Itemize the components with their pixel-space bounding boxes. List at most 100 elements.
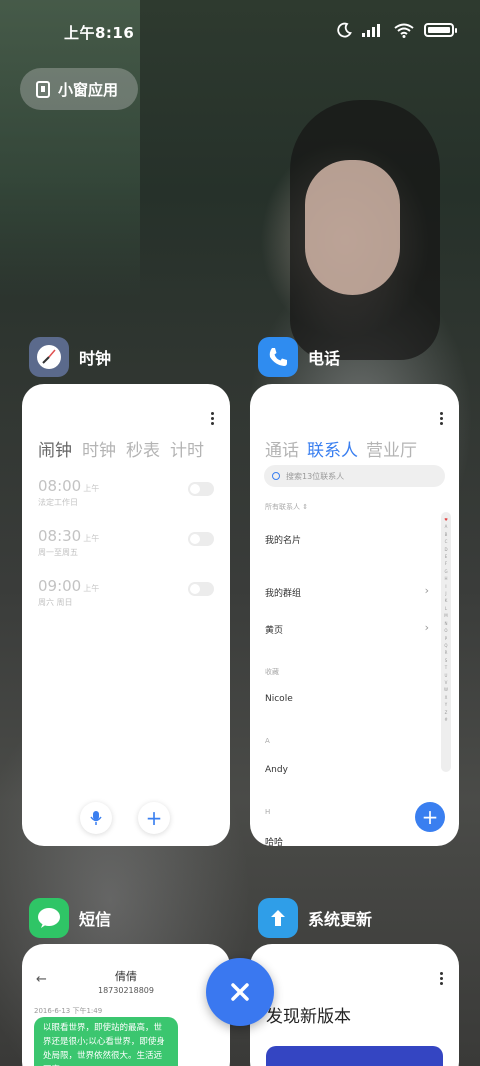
tab-stopwatch[interactable]: 秒表 <box>126 436 160 461</box>
system-update-app-card[interactable]: 发现新版本 <box>250 944 459 1066</box>
contact-item[interactable]: Andy <box>265 765 429 775</box>
alphabet-index-letter[interactable]: N <box>445 620 448 627</box>
alphabet-index-letter[interactable]: P <box>445 635 447 642</box>
phone-app-name: 电话 <box>308 349 341 368</box>
alphabet-index-letter[interactable]: V <box>445 679 448 686</box>
alarm-toggle[interactable] <box>188 582 214 596</box>
tab-calls[interactable]: 通话 <box>265 436 299 461</box>
alphabet-index-letter[interactable]: R <box>445 649 448 656</box>
alphabet-index-letter[interactable]: H <box>444 575 447 582</box>
add-contact-button[interactable]: + <box>415 802 445 832</box>
alarm-time: 08:30 <box>38 527 82 545</box>
conversation-header: 倩倩 18730218809 <box>22 968 230 995</box>
alarm-ampm: 上午 <box>83 534 100 543</box>
voice-alarm-button[interactable] <box>80 802 112 834</box>
contact-item[interactable]: 哈哈 <box>265 835 429 846</box>
contact-name: Andy <box>265 765 288 775</box>
contact-name: Nicole <box>265 694 293 704</box>
app-header-messages[interactable]: 短信 <box>29 898 111 938</box>
wifi-icon <box>394 23 414 38</box>
conversation-contact-name: 倩倩 <box>115 970 137 983</box>
alarm-item[interactable]: 08:30 上午 周一至周五 <box>38 526 214 566</box>
alphabet-index-letter[interactable]: E <box>445 553 448 560</box>
tab-timer[interactable]: 计时 <box>170 436 204 461</box>
alphabet-index-letter[interactable]: M <box>444 612 447 619</box>
search-icon <box>272 472 280 480</box>
alphabet-index-letter[interactable]: J <box>445 590 446 597</box>
alphabet-index-letter[interactable]: S <box>445 657 448 664</box>
alphabet-index-letter[interactable]: W <box>444 686 448 693</box>
alphabet-index-letter[interactable]: G <box>444 568 447 575</box>
update-title: 发现新版本 <box>266 1007 351 1027</box>
alarm-repeat: 法定工作日 <box>38 498 78 507</box>
contacts-filter-label: 所有联系人 <box>265 503 300 511</box>
phone-tabs: 通话 联系人 营业厅 <box>265 436 417 461</box>
messages-app-card[interactable]: ← 倩倩 18730218809 2016-6-13 下午1:49 以眼看世界，… <box>22 944 230 1066</box>
app-header-clock[interactable]: 时钟 <box>29 337 111 377</box>
app-header-phone[interactable]: 电话 <box>258 337 340 377</box>
add-alarm-button[interactable]: + <box>138 802 170 834</box>
alphabet-index-letter[interactable]: ♥ <box>444 516 448 523</box>
yellow-pages-item[interactable]: 黄页 › <box>265 621 429 636</box>
contact-item[interactable]: Nicole <box>265 694 429 704</box>
status-time: 上午8:16 <box>64 24 135 42</box>
message-timestamp: 2016-6-13 下午1:49 <box>34 1007 103 1015</box>
floating-windows-button[interactable]: 小窗应用 <box>20 68 138 110</box>
update-banner <box>266 1046 443 1066</box>
favorites-header: 收藏 <box>265 668 279 676</box>
my-groups-item[interactable]: 我的群组 › <box>265 584 429 599</box>
alphabet-index-letter[interactable]: Y <box>445 701 447 708</box>
clear-all-button[interactable] <box>206 958 274 1026</box>
alphabet-index-letter[interactable]: L <box>445 605 447 612</box>
alarm-toggle[interactable] <box>188 482 214 496</box>
tab-contacts[interactable]: 联系人 <box>307 436 358 461</box>
contact-search-placeholder: 搜索13位联系人 <box>286 471 345 481</box>
system-update-app-icon <box>258 898 298 938</box>
signal-icon <box>362 24 380 37</box>
phone-more-icon[interactable] <box>440 412 443 425</box>
alphabet-index-letter[interactable]: C <box>445 538 448 545</box>
contact-name: 哈哈 <box>265 838 284 846</box>
alarm-item[interactable]: 09:00 上午 周六 周日 <box>38 576 214 616</box>
my-groups-label: 我的群组 <box>265 589 302 599</box>
clock-app-card[interactable]: 闹钟 时钟 秒表 计时 08:00 上午 法定工作日 08:30 上午 周一至周五 … <box>22 384 230 846</box>
alphabet-index-letter[interactable]: K <box>445 597 448 604</box>
microphone-icon <box>90 811 102 825</box>
alarm-item[interactable]: 08:00 上午 法定工作日 <box>38 476 214 516</box>
alphabet-index-letter[interactable]: A <box>445 523 448 530</box>
moon-icon <box>337 22 352 38</box>
phone-app-card[interactable]: 通话 联系人 营业厅 搜索13位联系人 所有联系人 ⇕ 我的名片 我的群组 › … <box>250 384 459 846</box>
message-bubble[interactable]: 以眼看世界，即使站的最高，世界还是很小;以心看世界，即使身处局限，世界依然很大。… <box>34 1017 178 1066</box>
my-card-item[interactable]: 我的名片 <box>265 533 429 546</box>
alphabet-index-letter[interactable]: D <box>444 546 447 553</box>
contact-search-input[interactable]: 搜索13位联系人 <box>264 465 445 487</box>
alphabet-index-letter[interactable]: O <box>444 627 447 634</box>
status-icons <box>336 22 457 38</box>
close-icon <box>231 983 249 1001</box>
clock-app-name: 时钟 <box>79 349 112 368</box>
alphabet-index-letter[interactable]: B <box>445 531 448 538</box>
clock-tabs: 闹钟 时钟 秒表 计时 <box>38 436 204 461</box>
alphabet-index-letter[interactable]: # <box>444 716 447 723</box>
alphabet-index-letter[interactable]: F <box>445 560 447 567</box>
alphabet-index-letter[interactable]: I <box>445 583 446 590</box>
alphabet-index-letter[interactable]: Q <box>444 642 447 649</box>
app-header-system-update[interactable]: 系统更新 <box>258 898 372 938</box>
alphabet-index-letter[interactable]: U <box>445 672 448 679</box>
contacts-filter[interactable]: 所有联系人 ⇕ <box>265 502 429 512</box>
battery-icon <box>424 23 457 37</box>
system-update-more-icon[interactable] <box>440 972 443 985</box>
tab-alarm[interactable]: 闹钟 <box>38 436 72 461</box>
tab-clock[interactable]: 时钟 <box>82 436 116 461</box>
filter-toggle-icon: ⇕ <box>302 503 309 511</box>
wallpaper-figure-face <box>305 160 400 295</box>
floating-window-icon <box>36 80 50 98</box>
alarm-toggle[interactable] <box>188 532 214 546</box>
alphabet-index-scrollbar[interactable]: ♥ A B C D E F G H I J K L M N O P Q R S T U V W X Y Z # <box>441 512 451 772</box>
alphabet-index-letter[interactable]: X <box>445 694 448 701</box>
clock-more-icon[interactable] <box>211 412 214 425</box>
system-update-app-name: 系统更新 <box>308 910 373 929</box>
alphabet-index-letter[interactable]: Z <box>445 709 448 716</box>
alphabet-index-letter[interactable]: T <box>445 664 447 671</box>
tab-service-hall[interactable]: 营业厅 <box>366 436 417 461</box>
